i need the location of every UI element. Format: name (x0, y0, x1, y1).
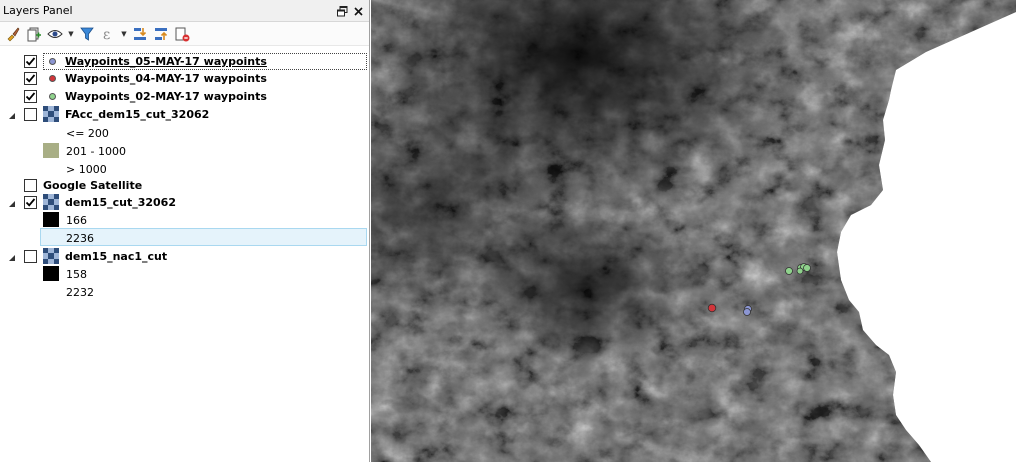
panel-title: Layers Panel (3, 4, 73, 17)
point-layer-icon (44, 88, 60, 104)
layer-visibility-checkbox[interactable] (24, 179, 37, 192)
layer-visibility-checkbox[interactable] (24, 250, 37, 263)
layer-name[interactable]: Waypoints_02-MAY-17 waypoints (65, 90, 267, 103)
layers-toolbar: ▼ ε ▼ (0, 22, 369, 46)
layer-visibility-checkbox[interactable] (24, 108, 37, 121)
legend-label: 166 (66, 214, 87, 227)
collapse-all-icon[interactable] (152, 25, 170, 43)
layer-name[interactable]: dem15_cut_32062 (65, 196, 176, 209)
layer-name[interactable]: FAcc_dem15_cut_32062 (65, 108, 209, 121)
svg-text:ε: ε (103, 27, 110, 42)
chevron-down-icon[interactable]: ▼ (67, 30, 75, 38)
chevron-down-icon[interactable]: ▼ (120, 30, 128, 38)
collapse-arrow-icon[interactable] (7, 199, 16, 208)
legend-swatch (43, 212, 59, 227)
expand-all-icon[interactable] (131, 25, 149, 43)
legend-label: 158 (66, 268, 87, 281)
layers-panel: Layers Panel ▼ ε ▼ Waypoints_05-MAY-17 w… (0, 0, 370, 462)
waypoints-04-may-markers (707, 303, 717, 313)
waypoints-05-may-markers (743, 305, 752, 316)
filter-icon[interactable] (78, 25, 96, 43)
remove-layer-icon[interactable] (173, 25, 191, 43)
legend-label: <= 200 (66, 127, 109, 140)
panel-titlebar[interactable]: Layers Panel (0, 0, 369, 22)
layer-visibility-checkbox[interactable] (24, 90, 37, 103)
legend-label: > 1000 (66, 163, 107, 176)
close-icon[interactable] (351, 4, 365, 18)
legend-label: 2232 (66, 286, 94, 299)
map-canvas[interactable] (371, 0, 1016, 462)
raster-layer-icon (43, 248, 59, 264)
raster-layer-icon (43, 194, 59, 210)
expression-filter-icon[interactable]: ε (99, 25, 117, 43)
legend-label: 201 - 1000 (66, 145, 126, 158)
dem-raster-render (371, 0, 1016, 462)
collapse-arrow-icon[interactable] (7, 111, 16, 120)
legend-label[interactable]: 2236 (66, 232, 94, 245)
layer-name[interactable]: dem15_nac1_cut (65, 250, 167, 263)
layer-visibility-checkbox[interactable] (24, 55, 37, 68)
add-group-icon[interactable] (25, 25, 43, 43)
point-layer-icon (44, 53, 60, 69)
legend-swatch (43, 266, 59, 281)
legend-swatch (43, 143, 59, 158)
layer-name[interactable]: Waypoints_05-MAY-17 waypoints (65, 55, 267, 68)
eye-icon[interactable] (46, 25, 64, 43)
layer-visibility-checkbox[interactable] (24, 196, 37, 209)
collapse-arrow-icon[interactable] (7, 253, 16, 262)
layer-name[interactable]: Waypoints_04-MAY-17 waypoints (65, 72, 267, 85)
layer-visibility-checkbox[interactable] (24, 72, 37, 85)
float-window-icon[interactable] (335, 4, 349, 18)
raster-layer-icon (43, 106, 59, 122)
layer-name[interactable]: Google Satellite (43, 179, 142, 192)
paint-brush-icon[interactable] (4, 25, 22, 43)
point-layer-icon (44, 70, 60, 86)
